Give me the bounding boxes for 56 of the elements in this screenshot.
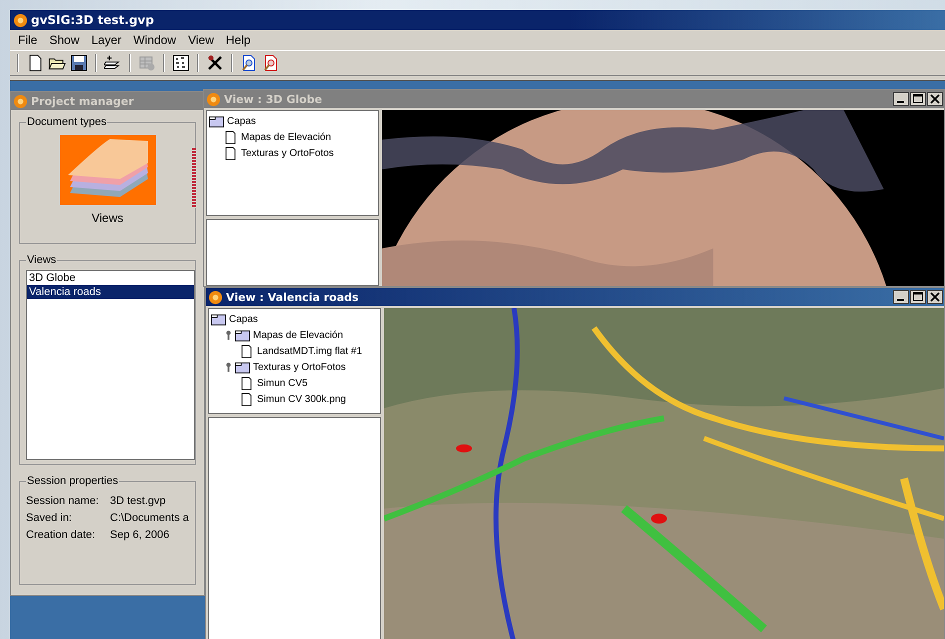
document-icon	[239, 344, 254, 358]
tools-icon[interactable]	[206, 54, 224, 72]
document-icon	[223, 130, 238, 144]
layer-name[interactable]: Mapas de Elevación	[253, 330, 344, 340]
window-title: View : Valencia roads	[226, 290, 359, 304]
group-label: Views	[26, 254, 58, 266]
layer-name[interactable]: LandsatMDT.img flat #1	[257, 346, 362, 356]
logo-icon	[206, 92, 221, 106]
layer-name[interactable]: Capas	[229, 314, 258, 324]
menu-item[interactable]: Help	[220, 33, 257, 47]
menu-item[interactable]: Window	[127, 33, 182, 47]
property-value: 3D test.gvp	[110, 495, 167, 507]
menu-item[interactable]: Layer	[85, 33, 128, 47]
menu-item[interactable]: Show	[43, 33, 86, 47]
layer-name[interactable]: Capas	[227, 116, 256, 126]
window-title: Project manager	[31, 94, 134, 108]
close-icon[interactable]	[927, 290, 943, 304]
logo-icon	[13, 12, 28, 28]
folder-icon	[235, 360, 250, 374]
minimize-icon[interactable]	[893, 290, 909, 304]
window-title: gvSIG:3D test.gvp	[31, 13, 154, 27]
layer-name[interactable]: Texturas y OrtoFotos	[253, 362, 346, 372]
layer-name[interactable]: Mapas de Elevación	[241, 132, 332, 142]
property-label: Creation date:	[26, 529, 96, 541]
property-label: Saved in:	[26, 512, 73, 524]
add-layer-icon[interactable]	[104, 54, 122, 72]
property-value: Sep 6, 2006	[110, 529, 170, 541]
save-icon[interactable]	[70, 54, 88, 72]
folder-icon	[235, 328, 250, 342]
logo-icon	[208, 290, 223, 304]
layer-name[interactable]: Texturas y OrtoFotos	[241, 148, 334, 158]
document-icon	[223, 146, 238, 160]
property-value: C:\Documents a	[110, 512, 189, 524]
property-label: Session name:	[26, 495, 100, 507]
document-type-item[interactable]: Views	[56, 132, 158, 228]
menu-item[interactable]: View	[182, 33, 220, 47]
group-label: Document types	[26, 116, 108, 128]
maximize-icon[interactable]	[910, 290, 926, 304]
zoom-document-icon[interactable]	[240, 54, 258, 72]
tree-toggle-icon[interactable]	[225, 362, 232, 372]
folder-icon	[211, 312, 226, 326]
document-icon	[239, 376, 254, 390]
tree-toggle-icon[interactable]	[225, 330, 232, 340]
view-list-item[interactable]: Valencia roads	[27, 285, 194, 299]
menu-item[interactable]: File	[12, 33, 44, 47]
scroll-strip	[192, 148, 196, 208]
group-label: Session properties	[26, 475, 120, 487]
document-icon	[239, 392, 254, 406]
layer-name[interactable]: Simun CV5	[257, 378, 308, 388]
logo-icon	[13, 94, 28, 108]
view-list-item[interactable]: 3D Globe	[27, 271, 194, 285]
folder-icon	[209, 114, 224, 128]
layer-name[interactable]: Simun CV 300k.png	[257, 394, 346, 404]
grid-icon[interactable]	[172, 54, 190, 72]
window-title: View : 3D Globe	[224, 92, 322, 106]
zoom-document-icon[interactable]	[262, 54, 280, 72]
